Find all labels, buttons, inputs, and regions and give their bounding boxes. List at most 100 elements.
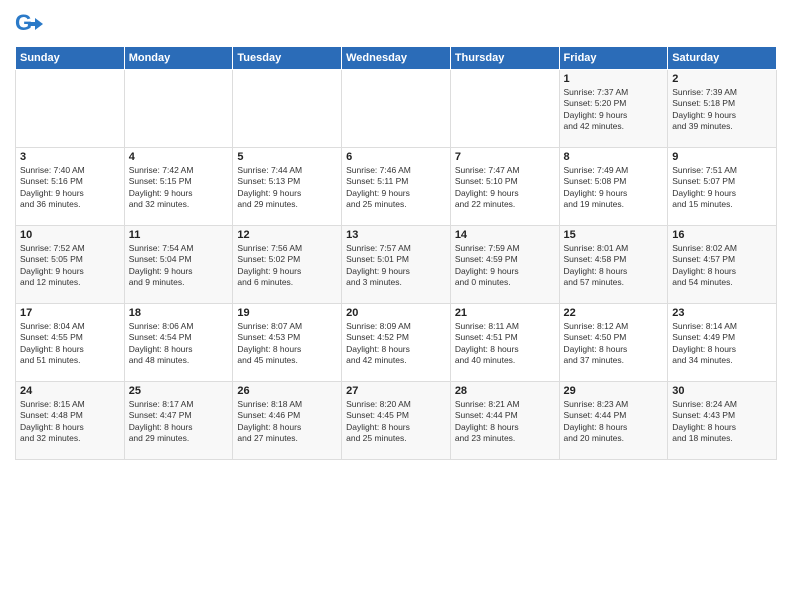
day-number: 4: [129, 151, 229, 163]
day-number: 16: [672, 229, 772, 241]
day-info: Sunrise: 8:11 AMSunset: 4:51 PMDaylight:…: [455, 321, 555, 367]
header-day-tuesday: Tuesday: [233, 47, 342, 70]
day-number: 29: [564, 385, 664, 397]
day-cell: 6 Sunrise: 7:46 AMSunset: 5:11 PMDaylight…: [342, 148, 451, 226]
day-info: Sunrise: 7:49 AMSunset: 5:08 PMDaylight:…: [564, 165, 664, 211]
day-number: 7: [455, 151, 555, 163]
week-row-5: 24 Sunrise: 8:15 AMSunset: 4:48 PMDayligh…: [16, 382, 777, 460]
day-cell: 10 Sunrise: 7:52 AMSunset: 5:05 PMDayligh…: [16, 226, 125, 304]
day-info: Sunrise: 7:52 AMSunset: 5:05 PMDaylight:…: [20, 243, 120, 289]
header-day-sunday: Sunday: [16, 47, 125, 70]
day-number: 12: [237, 229, 337, 241]
logo-icon: G: [15, 10, 43, 38]
day-number: 2: [672, 73, 772, 85]
day-info: Sunrise: 7:46 AMSunset: 5:11 PMDaylight:…: [346, 165, 446, 211]
header-day-monday: Monday: [124, 47, 233, 70]
day-info: Sunrise: 7:47 AMSunset: 5:10 PMDaylight:…: [455, 165, 555, 211]
day-info: Sunrise: 7:40 AMSunset: 5:16 PMDaylight:…: [20, 165, 120, 211]
week-row-4: 17 Sunrise: 8:04 AMSunset: 4:55 PMDayligh…: [16, 304, 777, 382]
logo: G: [15, 10, 47, 38]
day-cell: 2 Sunrise: 7:39 AMSunset: 5:18 PMDaylight…: [668, 70, 777, 148]
day-cell: 11 Sunrise: 7:54 AMSunset: 5:04 PMDayligh…: [124, 226, 233, 304]
day-info: Sunrise: 8:23 AMSunset: 4:44 PMDaylight:…: [564, 399, 664, 445]
week-row-1: 1 Sunrise: 7:37 AMSunset: 5:20 PMDaylight…: [16, 70, 777, 148]
day-number: 19: [237, 307, 337, 319]
day-info: Sunrise: 8:14 AMSunset: 4:49 PMDaylight:…: [672, 321, 772, 367]
day-cell: 19 Sunrise: 8:07 AMSunset: 4:53 PMDayligh…: [233, 304, 342, 382]
day-number: 26: [237, 385, 337, 397]
day-number: 24: [20, 385, 120, 397]
week-row-2: 3 Sunrise: 7:40 AMSunset: 5:16 PMDaylight…: [16, 148, 777, 226]
day-cell: 8 Sunrise: 7:49 AMSunset: 5:08 PMDaylight…: [559, 148, 668, 226]
day-cell: 26Sunrise: 8:18 AMSunset: 4:46 PMDayligh…: [233, 382, 342, 460]
day-info: Sunrise: 7:42 AMSunset: 5:15 PMDaylight:…: [129, 165, 229, 211]
day-info: Sunrise: 7:54 AMSunset: 5:04 PMDaylight:…: [129, 243, 229, 289]
day-cell: 3 Sunrise: 7:40 AMSunset: 5:16 PMDaylight…: [16, 148, 125, 226]
day-cell: 4 Sunrise: 7:42 AMSunset: 5:15 PMDaylight…: [124, 148, 233, 226]
day-cell: 9 Sunrise: 7:51 AMSunset: 5:07 PMDaylight…: [668, 148, 777, 226]
day-cell: 7 Sunrise: 7:47 AMSunset: 5:10 PMDaylight…: [450, 148, 559, 226]
day-info: Sunrise: 7:44 AMSunset: 5:13 PMDaylight:…: [237, 165, 337, 211]
day-info: Sunrise: 7:51 AMSunset: 5:07 PMDaylight:…: [672, 165, 772, 211]
header-day-saturday: Saturday: [668, 47, 777, 70]
day-number: 1: [564, 73, 664, 85]
day-cell: [342, 70, 451, 148]
day-cell: 18 Sunrise: 8:06 AMSunset: 4:54 PMDayligh…: [124, 304, 233, 382]
day-number: 23: [672, 307, 772, 319]
day-cell: [450, 70, 559, 148]
day-info: Sunrise: 7:37 AMSunset: 5:20 PMDaylight:…: [564, 87, 664, 133]
header: G: [15, 10, 777, 38]
header-day-friday: Friday: [559, 47, 668, 70]
day-info: Sunrise: 7:59 AMSunset: 4:59 PMDaylight:…: [455, 243, 555, 289]
day-number: 9: [672, 151, 772, 163]
day-info: Sunrise: 8:21 AMSunset: 4:44 PMDaylight:…: [455, 399, 555, 445]
day-number: 6: [346, 151, 446, 163]
day-cell: [124, 70, 233, 148]
day-number: 17: [20, 307, 120, 319]
day-cell: 28Sunrise: 8:21 AMSunset: 4:44 PMDayligh…: [450, 382, 559, 460]
day-number: 8: [564, 151, 664, 163]
week-row-3: 10 Sunrise: 7:52 AMSunset: 5:05 PMDayligh…: [16, 226, 777, 304]
day-cell: 29 Sunrise: 8:23 AMSunset: 4:44 PMDayligh…: [559, 382, 668, 460]
day-number: 18: [129, 307, 229, 319]
day-number: 30: [672, 385, 772, 397]
day-cell: 13 Sunrise: 7:57 AMSunset: 5:01 PMDayligh…: [342, 226, 451, 304]
day-number: 3: [20, 151, 120, 163]
day-info: Sunrise: 8:15 AMSunset: 4:48 PMDaylight:…: [20, 399, 120, 445]
day-number: 10: [20, 229, 120, 241]
day-number: 22: [564, 307, 664, 319]
day-cell: 21 Sunrise: 8:11 AMSunset: 4:51 PMDayligh…: [450, 304, 559, 382]
calendar-table: SundayMondayTuesdayWednesdayThursdayFrid…: [15, 46, 777, 460]
header-day-wednesday: Wednesday: [342, 47, 451, 70]
day-info: Sunrise: 8:07 AMSunset: 4:53 PMDaylight:…: [237, 321, 337, 367]
day-number: 11: [129, 229, 229, 241]
day-number: 21: [455, 307, 555, 319]
day-cell: 15Sunrise: 8:01 AMSunset: 4:58 PMDayligh…: [559, 226, 668, 304]
day-cell: 12Sunrise: 7:56 AMSunset: 5:02 PMDayligh…: [233, 226, 342, 304]
day-info: Sunrise: 8:06 AMSunset: 4:54 PMDaylight:…: [129, 321, 229, 367]
day-cell: 27 Sunrise: 8:20 AMSunset: 4:45 PMDayligh…: [342, 382, 451, 460]
day-cell: 14 Sunrise: 7:59 AMSunset: 4:59 PMDayligh…: [450, 226, 559, 304]
day-info: Sunrise: 8:17 AMSunset: 4:47 PMDaylight:…: [129, 399, 229, 445]
day-cell: 24 Sunrise: 8:15 AMSunset: 4:48 PMDayligh…: [16, 382, 125, 460]
day-info: Sunrise: 8:01 AMSunset: 4:58 PMDaylight:…: [564, 243, 664, 289]
day-info: Sunrise: 7:57 AMSunset: 5:01 PMDaylight:…: [346, 243, 446, 289]
day-number: 13: [346, 229, 446, 241]
day-number: 14: [455, 229, 555, 241]
day-info: Sunrise: 8:20 AMSunset: 4:45 PMDaylight:…: [346, 399, 446, 445]
day-number: 27: [346, 385, 446, 397]
day-info: Sunrise: 8:04 AMSunset: 4:55 PMDaylight:…: [20, 321, 120, 367]
header-day-thursday: Thursday: [450, 47, 559, 70]
day-cell: 1 Sunrise: 7:37 AMSunset: 5:20 PMDaylight…: [559, 70, 668, 148]
calendar-page: G SundayMondayTuesdayWednesdayThursdayFr…: [0, 0, 792, 612]
day-info: Sunrise: 7:39 AMSunset: 5:18 PMDaylight:…: [672, 87, 772, 133]
day-cell: 30Sunrise: 8:24 AMSunset: 4:43 PMDayligh…: [668, 382, 777, 460]
day-number: 5: [237, 151, 337, 163]
day-cell: 22 Sunrise: 8:12 AMSunset: 4:50 PMDayligh…: [559, 304, 668, 382]
day-info: Sunrise: 8:09 AMSunset: 4:52 PMDaylight:…: [346, 321, 446, 367]
day-cell: 25Sunrise: 8:17 AMSunset: 4:47 PMDayligh…: [124, 382, 233, 460]
day-cell: 17 Sunrise: 8:04 AMSunset: 4:55 PMDayligh…: [16, 304, 125, 382]
day-info: Sunrise: 8:12 AMSunset: 4:50 PMDaylight:…: [564, 321, 664, 367]
day-cell: 23 Sunrise: 8:14 AMSunset: 4:49 PMDayligh…: [668, 304, 777, 382]
day-cell: 20Sunrise: 8:09 AMSunset: 4:52 PMDayligh…: [342, 304, 451, 382]
